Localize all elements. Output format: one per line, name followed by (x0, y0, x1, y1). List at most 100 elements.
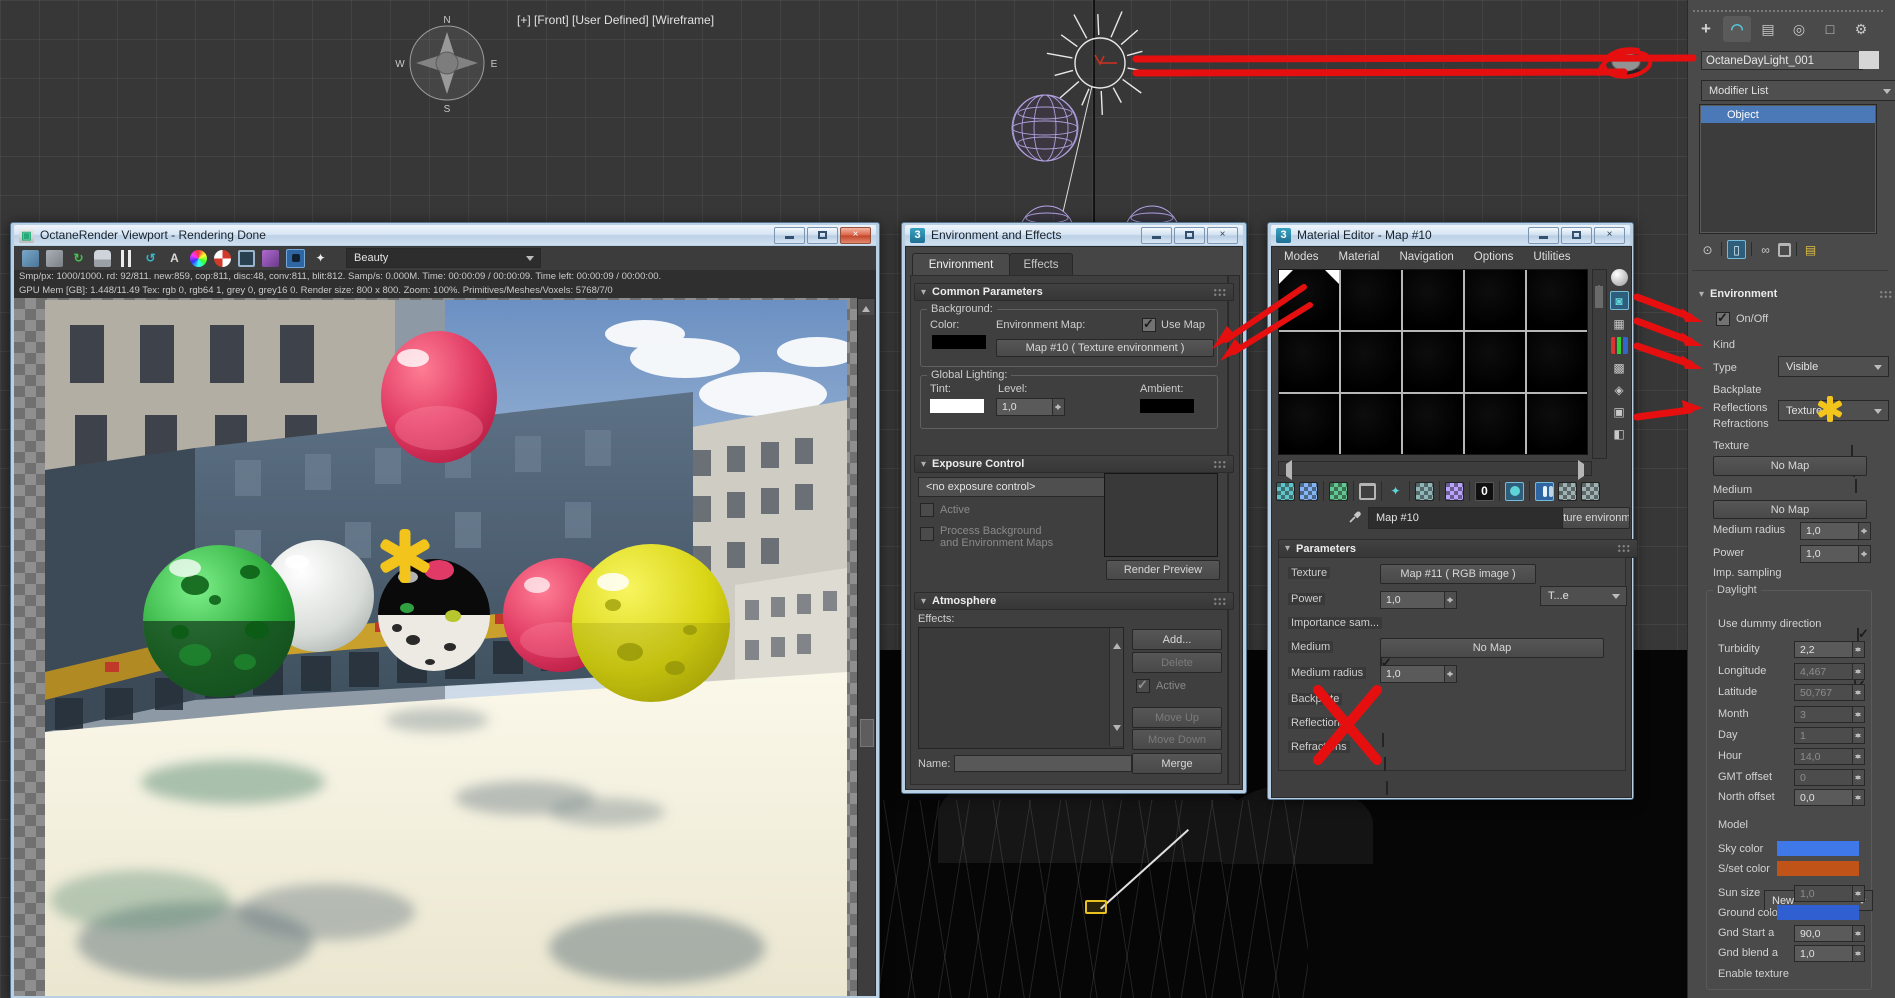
sun-size-spinner[interactable]: 1,0 (1794, 885, 1865, 902)
exposure-active-checkbox[interactable]: Active (920, 503, 970, 517)
display-icon[interactable] (238, 249, 255, 267)
effect-name-field[interactable] (954, 755, 1132, 772)
material-id-icon[interactable]: 0 (1475, 481, 1494, 501)
sparkle-icon[interactable]: ✦ (312, 250, 329, 267)
slots-vscrollbar[interactable] (1592, 269, 1607, 459)
slots-hscrollbar[interactable] (1278, 460, 1592, 480)
tab-create[interactable]: + (1692, 16, 1720, 42)
latitude-spinner[interactable]: 50,767 (1794, 684, 1865, 701)
refractions-checkbox[interactable] (1386, 781, 1388, 795)
refresh-icon[interactable]: ↻ (70, 250, 87, 267)
render-canvas-area[interactable] (14, 298, 876, 996)
modifier-stack[interactable]: Object (1699, 104, 1877, 234)
tab-modify[interactable]: ◠ (1723, 16, 1751, 42)
make-unique-icon[interactable]: ∞ (1757, 241, 1774, 258)
move-up-button[interactable]: Move Up (1132, 707, 1222, 728)
level-spinner[interactable]: 1,0 (996, 398, 1065, 416)
render-preview-button[interactable]: Render Preview (1106, 560, 1220, 580)
make-unique-icon[interactable]: ✦ (1387, 483, 1404, 500)
sample-slot[interactable] (1527, 394, 1587, 454)
sample-slot[interactable] (1403, 332, 1463, 392)
octane-title-bar[interactable]: ▣ OctaneRender Viewport - Rendering Done… (14, 225, 876, 245)
rollout-parameters[interactable]: ▾ Parameters (1278, 539, 1638, 558)
daylight-compass-object[interactable] (1085, 900, 1107, 914)
assign-to-selection-icon[interactable] (1329, 481, 1348, 501)
reflections-checkbox[interactable] (1384, 757, 1386, 771)
delete-effect-button[interactable]: Delete (1132, 652, 1222, 673)
tab-utilities[interactable]: ⚙ (1847, 16, 1875, 42)
show-end-result-icon[interactable]: ▯ (1727, 240, 1746, 259)
scroll-thumb[interactable] (860, 719, 874, 747)
gmt-offset-spinner[interactable]: 0 (1794, 769, 1865, 786)
object-color-swatch[interactable] (1859, 51, 1879, 69)
sample-slot[interactable] (1403, 270, 1463, 330)
copy-render-icon[interactable] (46, 249, 63, 267)
use-map-checkbox[interactable]: Use Map (1142, 316, 1205, 332)
minimize-button[interactable] (1141, 226, 1172, 244)
menu-utilities[interactable]: Utilities (1523, 249, 1580, 265)
video-color-check-icon[interactable]: ▩ (1611, 359, 1628, 376)
effects-listbox[interactable] (918, 627, 1124, 749)
modifier-list-dropdown[interactable]: Modifier List (1701, 80, 1895, 101)
texture-type-dropdown[interactable]: T...e (1540, 586, 1627, 606)
env-scrollbar[interactable] (1228, 275, 1240, 785)
backplate-checkbox[interactable] (1382, 733, 1384, 747)
effect-active-checkbox[interactable]: Active (1136, 677, 1186, 693)
turbidity-spinner[interactable]: 2,2 (1794, 641, 1865, 658)
ground-color-swatch[interactable] (1777, 905, 1859, 920)
save-render-icon[interactable] (22, 249, 39, 267)
sample-slot[interactable] (1527, 270, 1587, 330)
exposure-control-dropdown[interactable]: <no exposure control> (918, 477, 1127, 497)
medium-nomap-button[interactable]: No Map (1713, 500, 1867, 519)
longitude-spinner[interactable]: 4,467 (1794, 663, 1865, 680)
refractions-checkbox[interactable] (1855, 479, 1857, 493)
maximize-button[interactable] (1561, 226, 1592, 244)
text-overlay-icon[interactable]: A (166, 250, 183, 267)
sample-type-icon[interactable] (1610, 269, 1628, 286)
medium-radius-spinner[interactable]: 1,0 (1800, 522, 1871, 540)
scroll-thumb[interactable] (1595, 286, 1603, 308)
process-background-checkbox[interactable]: Process Background and Environment Maps (920, 525, 1053, 549)
minimize-button[interactable] (1528, 226, 1559, 244)
sample-slot[interactable] (1341, 332, 1401, 392)
menu-modes[interactable]: Modes (1274, 249, 1329, 265)
close-button[interactable]: × (1594, 226, 1625, 244)
backlight-icon[interactable]: ◙ (1609, 291, 1629, 310)
menu-material[interactable]: Material (1329, 249, 1390, 265)
go-forward-icon[interactable] (1581, 481, 1600, 501)
rollout-atmosphere[interactable]: ▾ Atmosphere (914, 592, 1234, 610)
sample-tiling-icon[interactable] (1610, 337, 1628, 354)
rollout-exposure-control[interactable]: ▾ Exposure Control (914, 455, 1234, 473)
add-effect-button[interactable]: Add... (1132, 629, 1222, 650)
pause-icon[interactable] (118, 249, 135, 267)
sample-slot[interactable] (1279, 394, 1339, 454)
pinwheel-icon[interactable] (214, 249, 231, 267)
gnd-blend-spinner[interactable]: 1,0 (1794, 945, 1865, 962)
stack-item-object[interactable]: Object (1701, 106, 1875, 123)
delete-icon[interactable] (1359, 482, 1376, 500)
maximize-button[interactable] (1174, 226, 1205, 244)
map-type-button[interactable]: Texture environment (1562, 507, 1630, 529)
maximize-button[interactable] (807, 226, 838, 244)
sample-slot[interactable] (1341, 270, 1401, 330)
put-to-scene-icon[interactable] (1299, 481, 1318, 501)
show-background-icon[interactable] (1505, 481, 1524, 501)
day-spinner[interactable]: 1 (1794, 727, 1865, 744)
lock-icon[interactable] (94, 249, 111, 267)
sunset-color-swatch[interactable] (1777, 861, 1859, 876)
power-spinner[interactable]: 1,0 (1800, 545, 1871, 563)
ambient-swatch[interactable] (1140, 399, 1194, 413)
sample-slot[interactable] (1465, 332, 1525, 392)
list-scrollbar[interactable] (1109, 627, 1123, 747)
pin-stack-icon[interactable]: ⊙ (1699, 241, 1716, 258)
material-name-dropdown[interactable]: Map #10 (1368, 507, 1583, 529)
env-title-bar[interactable]: 3 Environment and Effects × (905, 225, 1243, 245)
render-bucket-icon[interactable] (262, 249, 279, 267)
kind-dropdown[interactable]: Visible (1778, 356, 1889, 377)
tab-effects[interactable]: Effects (1009, 253, 1073, 276)
scroll-up-arrow[interactable] (858, 299, 874, 315)
sample-slot[interactable] (1403, 394, 1463, 454)
configure-modifier-sets-icon[interactable]: ▤ (1802, 241, 1819, 258)
sample-slot[interactable] (1341, 394, 1401, 454)
pick-focus-icon[interactable] (286, 248, 305, 268)
